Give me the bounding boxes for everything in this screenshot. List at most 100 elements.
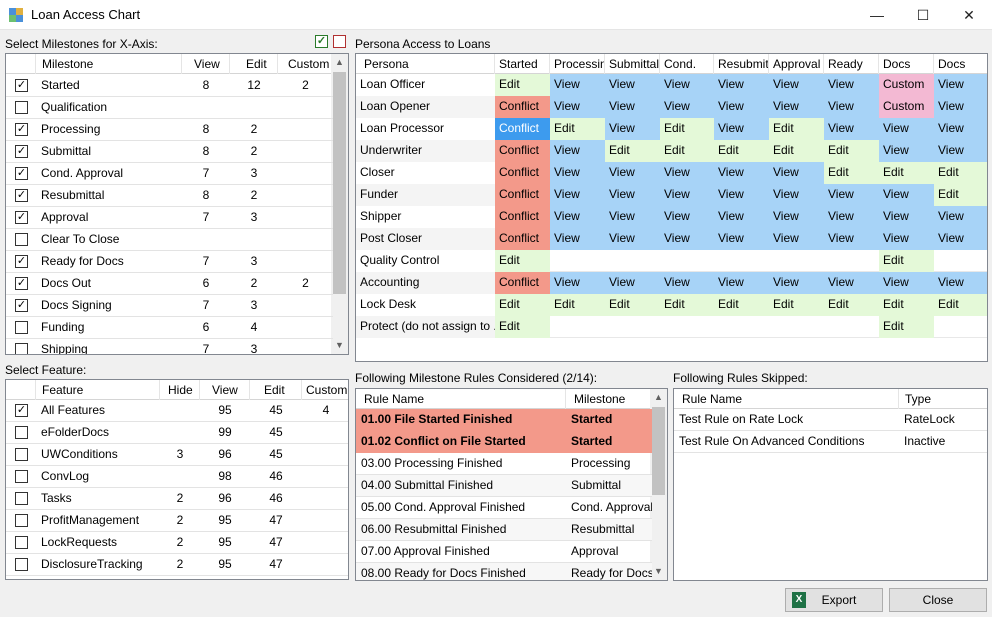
feature-row[interactable]: ProfitManagement 2 95 47 (6, 510, 348, 532)
access-cell[interactable]: View (550, 272, 605, 294)
milestone-col-header[interactable]: Processin (550, 54, 605, 74)
milestone-checkbox[interactable]: ✓ (15, 211, 28, 224)
access-cell[interactable]: View (714, 96, 769, 118)
access-cell[interactable]: Conflict (495, 118, 550, 140)
access-cell[interactable]: View (605, 162, 660, 184)
access-cell[interactable]: Conflict (495, 272, 550, 294)
access-cell[interactable]: Edit (660, 140, 714, 162)
rules-scrollbar[interactable]: ▲ ▼ (650, 389, 667, 580)
check-all-button[interactable]: ✓ (315, 35, 328, 48)
rules-considered-list[interactable]: Rule Name Milestone ▲ ▼ 01.00 File Start… (355, 388, 668, 581)
milestone-checkbox[interactable]: ✓ (15, 79, 28, 92)
access-cell[interactable]: Edit (550, 294, 605, 316)
access-cell[interactable]: Edit (605, 140, 660, 162)
persona-col-header[interactable]: Persona (356, 54, 495, 74)
access-cell[interactable] (605, 250, 660, 272)
access-cell[interactable]: View (824, 118, 879, 140)
feature-row[interactable]: Tasks 2 96 46 (6, 488, 348, 510)
access-cell[interactable]: Conflict (495, 162, 550, 184)
access-cell[interactable]: Edit (714, 140, 769, 162)
scroll-thumb[interactable] (333, 72, 346, 294)
access-cell[interactable] (769, 316, 824, 338)
custom-col-header[interactable]: Custom (278, 54, 333, 74)
access-cell[interactable]: View (879, 140, 934, 162)
access-cell[interactable]: View (714, 74, 769, 96)
access-cell[interactable]: View (714, 184, 769, 206)
access-cell[interactable]: Custom (879, 74, 934, 96)
milestone-col-header[interactable]: Ready (824, 54, 879, 74)
feature-checkbox[interactable] (15, 426, 28, 439)
access-cell[interactable]: View (934, 206, 987, 228)
access-cell[interactable]: Edit (495, 250, 550, 272)
feature-checkbox[interactable] (15, 492, 28, 505)
feature-checkbox[interactable] (15, 558, 28, 571)
access-cell[interactable]: Conflict (495, 184, 550, 206)
close-button[interactable]: Close (889, 588, 987, 612)
milestone-col-header[interactable]: Docs (934, 54, 987, 74)
close-window-button[interactable]: ✕ (946, 0, 992, 30)
access-cell[interactable]: View (879, 184, 934, 206)
access-cell[interactable] (934, 316, 987, 338)
edit-col-header[interactable]: Edit (250, 380, 302, 400)
feature-row[interactable]: DisclosureTracking 2 95 47 (6, 554, 348, 576)
access-cell[interactable]: View (879, 206, 934, 228)
access-cell[interactable]: Edit (824, 294, 879, 316)
rule-row[interactable]: 06.00 Resubmittal Finished Resubmittal (356, 519, 652, 541)
access-cell[interactable] (660, 316, 714, 338)
milestone-checkbox[interactable] (15, 233, 28, 246)
access-cell[interactable]: View (550, 96, 605, 118)
access-cell[interactable]: View (714, 228, 769, 250)
access-cell[interactable]: View (934, 96, 987, 118)
access-cell[interactable]: View (550, 140, 605, 162)
rule-row[interactable]: 03.00 Processing Finished Processing (356, 453, 652, 475)
feature-row[interactable]: ✓ All Features 95 45 4 (6, 400, 348, 422)
skipped-rule-row[interactable]: Test Rule on Rate Lock RateLock (674, 409, 987, 431)
access-cell[interactable] (550, 316, 605, 338)
persona-row[interactable]: Loan Opener Conflict View View View View View V… (356, 96, 987, 118)
access-cell[interactable]: Edit (550, 118, 605, 140)
access-cell[interactable]: View (769, 206, 824, 228)
access-cell[interactable]: View (769, 272, 824, 294)
milestone-checkbox[interactable] (15, 321, 28, 334)
access-cell[interactable]: View (550, 184, 605, 206)
scroll-down-arrow-icon[interactable]: ▼ (331, 337, 348, 354)
milestone-row[interactable]: ✓ Docs Out 6 2 2 (6, 273, 333, 295)
access-cell[interactable]: Edit (769, 294, 824, 316)
milestone-col-header[interactable]: Milestone (36, 54, 182, 74)
access-cell[interactable]: Edit (495, 294, 550, 316)
access-cell[interactable]: Edit (769, 118, 824, 140)
milestone-checkbox[interactable] (15, 101, 28, 114)
access-cell[interactable]: Conflict (495, 140, 550, 162)
access-cell[interactable]: Edit (879, 316, 934, 338)
access-cell[interactable]: View (934, 228, 987, 250)
access-cell[interactable]: View (660, 272, 714, 294)
access-cell[interactable] (714, 316, 769, 338)
feature-col-header[interactable]: Feature (36, 380, 160, 400)
access-cell[interactable]: View (660, 96, 714, 118)
access-cell[interactable]: View (879, 118, 934, 140)
access-cell[interactable] (714, 250, 769, 272)
milestone-checkbox[interactable]: ✓ (15, 189, 28, 202)
access-cell[interactable] (769, 250, 824, 272)
access-cell[interactable]: Edit (824, 140, 879, 162)
edit-col-header[interactable]: Edit (230, 54, 278, 74)
milestones-list[interactable]: Milestone View Edit Custom ▲ ▼ ✓ Started 8… (5, 53, 349, 355)
feature-checkbox[interactable] (15, 470, 28, 483)
custom-col-header[interactable]: Custom (302, 380, 348, 400)
rule-row[interactable]: 08.00 Ready for Docs Finished Ready for D… (356, 563, 652, 580)
uncheck-all-button[interactable] (333, 35, 346, 48)
milestone-checkbox[interactable]: ✓ (15, 145, 28, 158)
access-cell[interactable]: View (714, 272, 769, 294)
persona-row[interactable]: Loan Processor Conflict Edit View Edit View Ed… (356, 118, 987, 140)
rule-name-col-header[interactable]: Rule Name (356, 389, 566, 409)
access-cell[interactable]: View (550, 162, 605, 184)
feature-checkbox[interactable] (15, 536, 28, 549)
milestone-row[interactable]: ✓ Cond. Approval 7 3 (6, 163, 333, 185)
persona-row[interactable]: Funder Conflict View View View View View View Vi… (356, 184, 987, 206)
scroll-up-arrow-icon[interactable]: ▲ (650, 389, 667, 406)
access-cell[interactable]: Edit (879, 162, 934, 184)
milestone-col-header[interactable]: Resubmitt (714, 54, 769, 74)
access-cell[interactable]: View (934, 118, 987, 140)
rules-skipped-list[interactable]: Rule Name Type Test Rule on Rate Lock Rat… (673, 388, 988, 581)
access-cell[interactable]: Conflict (495, 96, 550, 118)
